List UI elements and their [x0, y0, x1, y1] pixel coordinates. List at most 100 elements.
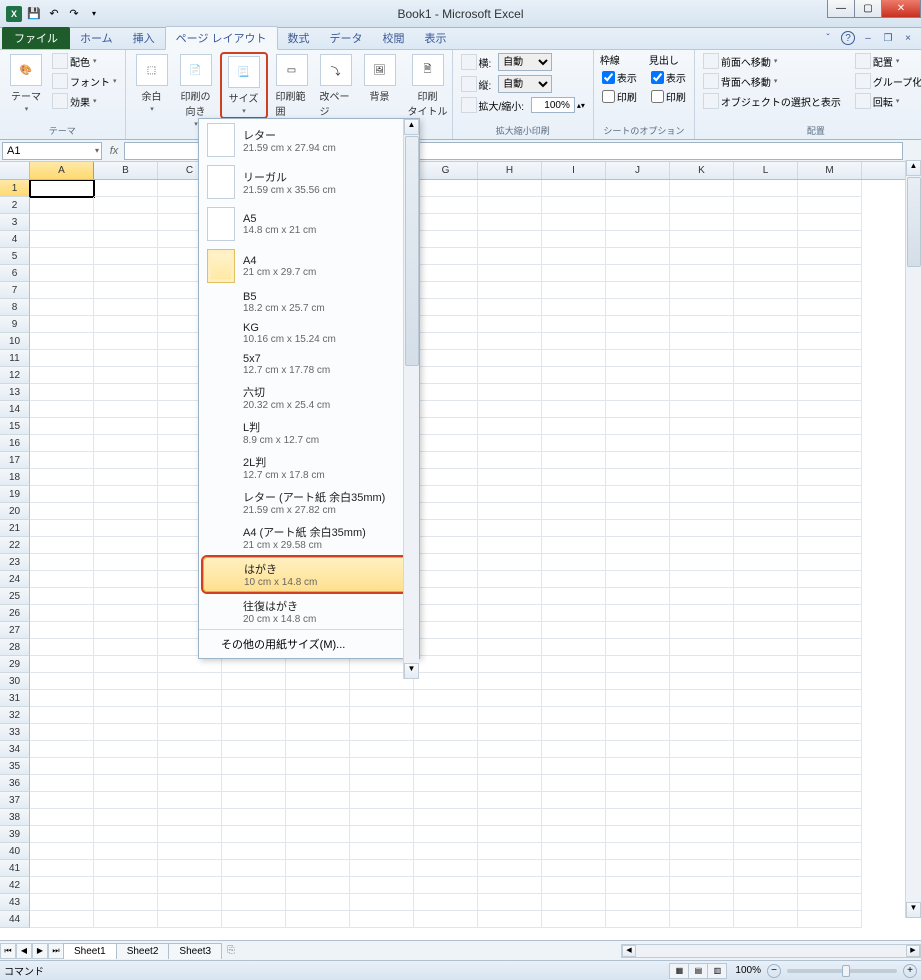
cell[interactable]: [414, 877, 478, 894]
themes-button[interactable]: 🎨 テーマ ▾: [6, 52, 46, 115]
cell[interactable]: [734, 469, 798, 486]
cell[interactable]: [94, 894, 158, 911]
cell[interactable]: [94, 452, 158, 469]
cell[interactable]: [30, 197, 94, 214]
zoom-slider[interactable]: [787, 969, 897, 973]
size-button[interactable]: 📃サイズ▾: [220, 52, 268, 119]
cell[interactable]: [798, 367, 862, 384]
cell[interactable]: [606, 486, 670, 503]
grid-view-checkbox[interactable]: [602, 71, 615, 84]
cell[interactable]: [734, 486, 798, 503]
fx-icon[interactable]: fx: [104, 145, 124, 157]
zoom-in[interactable]: +: [903, 964, 917, 978]
cell[interactable]: [734, 809, 798, 826]
cell[interactable]: [606, 911, 670, 928]
cell[interactable]: [414, 435, 478, 452]
cell[interactable]: [414, 452, 478, 469]
cell[interactable]: [670, 554, 734, 571]
cell[interactable]: [30, 452, 94, 469]
cell[interactable]: [30, 690, 94, 707]
cell[interactable]: [542, 792, 606, 809]
cell[interactable]: [670, 486, 734, 503]
cell[interactable]: [606, 792, 670, 809]
cell[interactable]: [478, 350, 542, 367]
size-option-2[interactable]: A514.8 cm x 21 cm: [199, 203, 419, 245]
cell[interactable]: [30, 741, 94, 758]
cell[interactable]: [94, 571, 158, 588]
cell[interactable]: [734, 520, 798, 537]
help-icon[interactable]: ?: [841, 31, 855, 45]
cell[interactable]: [798, 911, 862, 928]
cell[interactable]: [606, 299, 670, 316]
cell[interactable]: [478, 197, 542, 214]
row-header[interactable]: 37: [0, 792, 30, 809]
cell[interactable]: [414, 316, 478, 333]
cell[interactable]: [30, 503, 94, 520]
cell[interactable]: [798, 469, 862, 486]
cell[interactable]: [478, 690, 542, 707]
cell[interactable]: [94, 537, 158, 554]
cell[interactable]: [798, 418, 862, 435]
cell[interactable]: [94, 826, 158, 843]
cell[interactable]: [94, 758, 158, 775]
cell[interactable]: [606, 894, 670, 911]
cell[interactable]: [414, 503, 478, 520]
row-header[interactable]: 20: [0, 503, 30, 520]
cell[interactable]: [30, 248, 94, 265]
cell[interactable]: [734, 554, 798, 571]
cell[interactable]: [670, 605, 734, 622]
cell[interactable]: [670, 197, 734, 214]
scroll-thumb[interactable]: [907, 177, 921, 267]
size-option-12[interactable]: はがき10 cm x 14.8 cm: [203, 557, 415, 592]
cell[interactable]: [286, 826, 350, 843]
cell[interactable]: [734, 843, 798, 860]
cell[interactable]: [478, 231, 542, 248]
cell[interactable]: [798, 741, 862, 758]
cell[interactable]: [30, 214, 94, 231]
cell[interactable]: [606, 248, 670, 265]
cell[interactable]: [798, 860, 862, 877]
cell[interactable]: [94, 673, 158, 690]
cell[interactable]: [606, 350, 670, 367]
cell[interactable]: [478, 452, 542, 469]
row-header[interactable]: 14: [0, 401, 30, 418]
cell[interactable]: [478, 384, 542, 401]
cell[interactable]: [30, 418, 94, 435]
cell[interactable]: [542, 537, 606, 554]
row-header[interactable]: 6: [0, 265, 30, 282]
cell[interactable]: [286, 690, 350, 707]
cell[interactable]: [30, 469, 94, 486]
row-header[interactable]: 8: [0, 299, 30, 316]
cell[interactable]: [478, 367, 542, 384]
cell[interactable]: [670, 333, 734, 350]
row-header[interactable]: 40: [0, 843, 30, 860]
cell[interactable]: [542, 588, 606, 605]
grid-area[interactable]: 1234567891011121314151617181920212223242…: [0, 180, 921, 940]
row-header[interactable]: 15: [0, 418, 30, 435]
cell[interactable]: [414, 894, 478, 911]
cell[interactable]: [222, 894, 286, 911]
cell[interactable]: [478, 537, 542, 554]
cell[interactable]: [670, 350, 734, 367]
maximize-button[interactable]: ▢: [854, 0, 882, 18]
cell[interactable]: [606, 588, 670, 605]
cell[interactable]: [414, 282, 478, 299]
cell[interactable]: [158, 758, 222, 775]
head-view-check[interactable]: 表示: [649, 69, 688, 86]
cell[interactable]: [478, 520, 542, 537]
cell[interactable]: [606, 877, 670, 894]
cell[interactable]: [350, 843, 414, 860]
cell[interactable]: [30, 809, 94, 826]
cell[interactable]: [542, 384, 606, 401]
cell[interactable]: [414, 418, 478, 435]
cell[interactable]: [670, 911, 734, 928]
cell[interactable]: [798, 265, 862, 282]
cell[interactable]: [94, 384, 158, 401]
row-header[interactable]: 12: [0, 367, 30, 384]
cell[interactable]: [414, 809, 478, 826]
cell[interactable]: [606, 316, 670, 333]
cell[interactable]: [94, 554, 158, 571]
row-header[interactable]: 38: [0, 809, 30, 826]
view-pagebreak[interactable]: ▥: [707, 963, 727, 979]
cell[interactable]: [94, 401, 158, 418]
